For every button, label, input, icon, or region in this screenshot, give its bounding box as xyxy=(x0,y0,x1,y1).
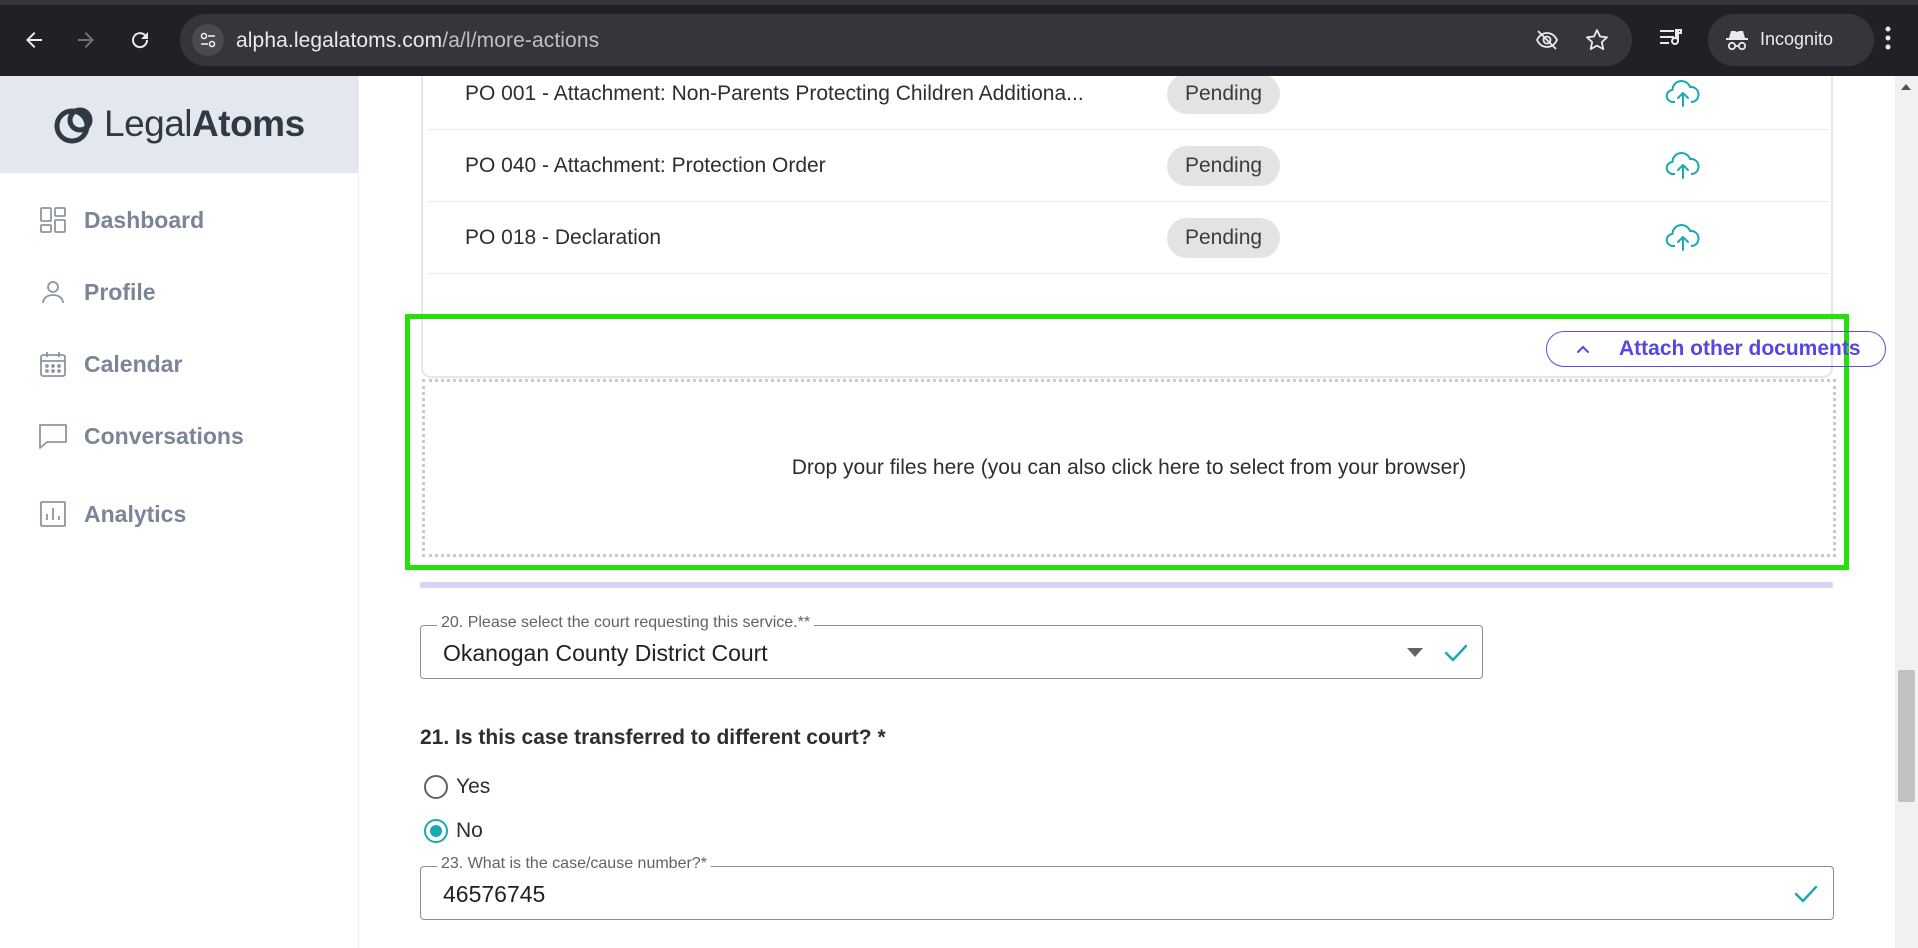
cloud-upload-icon[interactable] xyxy=(1665,150,1701,182)
radio-button-yes[interactable] xyxy=(424,775,448,799)
legalatoms-logo-icon xyxy=(54,107,93,144)
attach-button-label: Attach other documents xyxy=(1619,337,1861,360)
section-divider xyxy=(420,582,1833,588)
case-number-field[interactable]: 23. What is the case/cause number?* 4657… xyxy=(420,855,1834,920)
check-icon xyxy=(1794,885,1818,903)
address-bar[interactable]: alpha.legalatoms.com/a/l/more-actions xyxy=(180,14,1632,66)
table-row: PO 018 - Declaration Pending xyxy=(429,202,1829,274)
reload-icon xyxy=(132,32,149,49)
sidebar-item-label: Dashboard xyxy=(84,206,205,233)
sidebar-item-label: Profile xyxy=(84,278,156,305)
incognito-label: Incognito xyxy=(1760,29,1834,49)
main-content: PO 001 - Attachment: Non-Parents Protect… xyxy=(359,76,1895,948)
radio-button-no[interactable] xyxy=(424,819,448,843)
court-select-value: Okanogan County District Court xyxy=(443,640,768,666)
sidebar-item-label: Calendar xyxy=(84,350,183,377)
chevron-up-icon xyxy=(1577,345,1589,353)
radio-label-no: No xyxy=(456,819,483,842)
case-number-label: 23. What is the case/cause number?* xyxy=(437,855,711,873)
radio-yes[interactable]: Yes xyxy=(424,772,490,802)
transfer-question: 21. Is this case transferred to differen… xyxy=(420,726,886,749)
tab-strip-edge xyxy=(0,0,1918,5)
calendar-icon xyxy=(38,349,68,379)
site-info-icon xyxy=(200,32,216,48)
status-badge: Pending xyxy=(1167,76,1281,114)
scrollbar-thumb[interactable] xyxy=(1898,670,1915,802)
radio-label-yes: Yes xyxy=(456,775,491,798)
sidebar-item-profile[interactable]: Profile xyxy=(38,272,156,312)
sidebar: LegalAtoms Dashboard Profile Calendar Co… xyxy=(0,76,359,948)
document-name: PO 040 - Attachment: Protection Order xyxy=(465,154,826,177)
cloud-upload-icon[interactable] xyxy=(1665,78,1701,110)
file-dropzone[interactable]: Drop your files here (you can also click… xyxy=(422,379,1836,557)
brand-wordmark: LegalAtoms xyxy=(104,103,305,145)
attach-documents-section: Attach other documents Drop your files h… xyxy=(405,314,1886,570)
brand-light: Legal xyxy=(104,103,193,144)
site-info-button[interactable] xyxy=(192,24,224,56)
url-path: /a/l/more-actions xyxy=(442,29,600,52)
status-badge: Pending xyxy=(1167,218,1281,258)
sidebar-item-label: Conversations xyxy=(84,422,244,449)
check-icon xyxy=(1444,644,1468,662)
cloud-upload-icon[interactable] xyxy=(1665,222,1701,254)
incognito-chip[interactable]: Incognito xyxy=(1708,14,1874,66)
dropdown-arrow-icon[interactable] xyxy=(1407,648,1423,657)
court-select[interactable]: 20. Please select the court requesting t… xyxy=(420,614,1483,679)
page-scrollbar[interactable] xyxy=(1895,76,1918,948)
sidebar-item-conversations[interactable]: Conversations xyxy=(38,416,244,456)
forward-button[interactable] xyxy=(68,22,104,58)
sidebar-item-label: Analytics xyxy=(84,500,187,527)
document-name: PO 018 - Declaration xyxy=(465,226,662,249)
media-queue-icon[interactable] xyxy=(1658,26,1684,50)
document-name: PO 001 - Attachment: Non-Parents Protect… xyxy=(465,82,1084,105)
attach-other-documents-button[interactable]: Attach other documents xyxy=(1546,331,1886,367)
bar-chart-icon xyxy=(38,499,68,529)
chat-icon xyxy=(38,421,68,451)
browser-toolbar: alpha.legalatoms.com/a/l/more-actions In… xyxy=(0,0,1918,76)
brand-header[interactable]: LegalAtoms xyxy=(0,76,358,173)
incognito-icon xyxy=(1726,31,1748,51)
url-text: alpha.legalatoms.com/a/l/more-actions xyxy=(236,29,599,53)
sidebar-item-calendar[interactable]: Calendar xyxy=(38,344,182,384)
brand-bold: Atoms xyxy=(192,103,305,144)
forward-icon xyxy=(78,32,94,48)
case-number-value: 46576745 xyxy=(443,881,546,907)
sidebar-item-dashboard[interactable]: Dashboard xyxy=(38,200,204,240)
dropzone-text: Drop your files here (you can also click… xyxy=(791,456,1467,479)
back-icon xyxy=(26,32,42,48)
status-badge: Pending xyxy=(1167,146,1281,186)
url-host: alpha.legalatoms.com xyxy=(236,29,443,52)
reload-button[interactable] xyxy=(122,22,158,58)
table-row: PO 001 - Attachment: Non-Parents Protect… xyxy=(429,76,1829,130)
person-icon xyxy=(38,277,68,307)
eye-off-icon[interactable] xyxy=(1534,27,1560,53)
more-vert-icon[interactable] xyxy=(1878,24,1898,52)
scroll-up-arrow-icon[interactable] xyxy=(1901,84,1911,90)
court-select-label: 20. Please select the court requesting t… xyxy=(437,614,815,632)
back-button[interactable] xyxy=(16,22,52,58)
sidebar-item-analytics[interactable]: Analytics xyxy=(38,494,186,534)
radio-no[interactable]: No xyxy=(424,816,483,846)
star-icon[interactable] xyxy=(1584,27,1610,53)
table-row: PO 040 - Attachment: Protection Order Pe… xyxy=(429,130,1829,202)
grid-icon xyxy=(38,205,68,235)
